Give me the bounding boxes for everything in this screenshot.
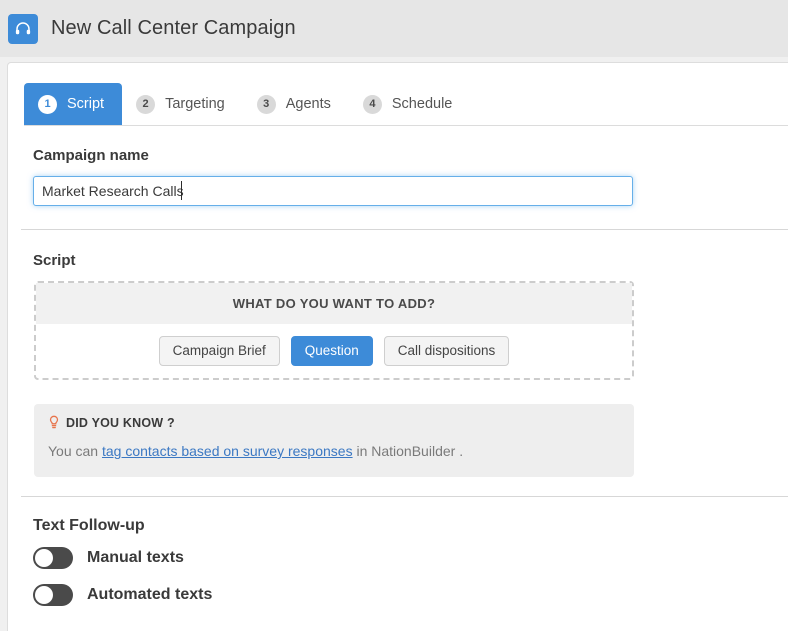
tab-script-label: Script xyxy=(67,95,105,112)
automated-texts-label: Automated texts xyxy=(87,586,213,603)
tab-targeting[interactable]: 2 Targeting xyxy=(122,83,243,125)
headset-icon xyxy=(8,13,38,44)
tab-schedule-number: 4 xyxy=(362,94,382,114)
campaign-editor-page: New Call Center Campaign 1 Script 2 Targ… xyxy=(0,0,788,631)
tab-targeting-label: Targeting xyxy=(165,95,225,112)
text-caret xyxy=(181,181,182,200)
text-followup-label: Text Follow-up xyxy=(33,517,145,534)
did-you-know-text: You can tag contacts based on survey res… xyxy=(48,443,620,459)
did-you-know-text-before: You can xyxy=(48,443,102,459)
manual-texts-label: Manual texts xyxy=(87,549,184,566)
tab-agents[interactable]: 3 Agents xyxy=(243,83,349,125)
did-you-know-header: DID YOU KNOW ? xyxy=(48,415,620,430)
campaign-name-input[interactable] xyxy=(33,176,633,206)
script-section-label: Script xyxy=(33,252,76,269)
did-you-know-heading: DID YOU KNOW ? xyxy=(66,415,175,430)
tag-contacts-link[interactable]: tag contacts based on survey responses xyxy=(102,443,353,459)
section-divider-script xyxy=(21,229,788,230)
tab-script[interactable]: 1 Script xyxy=(24,83,123,125)
tab-schedule-label: Schedule xyxy=(391,95,453,112)
tab-script-number: 1 xyxy=(38,94,57,114)
automated-texts-toggle-knob xyxy=(35,586,53,604)
section-divider-followup xyxy=(21,496,788,497)
tabs-divider xyxy=(24,125,788,126)
automated-texts-toggle[interactable] xyxy=(33,584,73,606)
tab-schedule[interactable]: 4 Schedule xyxy=(349,83,470,125)
add-campaign-brief-button[interactable]: Campaign Brief xyxy=(158,336,280,366)
lightbulb-icon xyxy=(48,415,60,430)
automated-texts-row: Automated texts xyxy=(33,584,212,606)
add-question-button[interactable]: Question xyxy=(290,336,373,366)
content-card: 1 Script 2 Targeting 3 Agents 4 Schedule… xyxy=(7,62,788,631)
manual-texts-toggle[interactable] xyxy=(33,547,73,569)
add-prompt-label: WHAT DO YOU WANT TO ADD? xyxy=(36,283,632,324)
did-you-know-text-after: in NationBuilder . xyxy=(352,443,464,459)
tab-targeting-number: 2 xyxy=(136,94,156,114)
page-title: New Call Center Campaign xyxy=(51,17,296,39)
add-call-dispositions-button[interactable]: Call dispositions xyxy=(383,336,510,366)
page-header: New Call Center Campaign xyxy=(0,0,788,57)
tab-agents-label: Agents xyxy=(285,95,331,112)
add-option-buttons: Campaign Brief Question Call disposition… xyxy=(36,324,632,378)
manual-texts-toggle-knob xyxy=(35,549,53,567)
add-script-element-box: WHAT DO YOU WANT TO ADD? Campaign Brief … xyxy=(34,281,634,380)
campaign-name-label: Campaign name xyxy=(33,147,149,164)
manual-texts-row: Manual texts xyxy=(33,547,184,569)
wizard-step-tabs: 1 Script 2 Targeting 3 Agents 4 Schedule xyxy=(24,83,470,125)
tab-agents-number: 3 xyxy=(256,94,276,114)
did-you-know-panel: DID YOU KNOW ? You can tag contacts base… xyxy=(34,404,634,477)
